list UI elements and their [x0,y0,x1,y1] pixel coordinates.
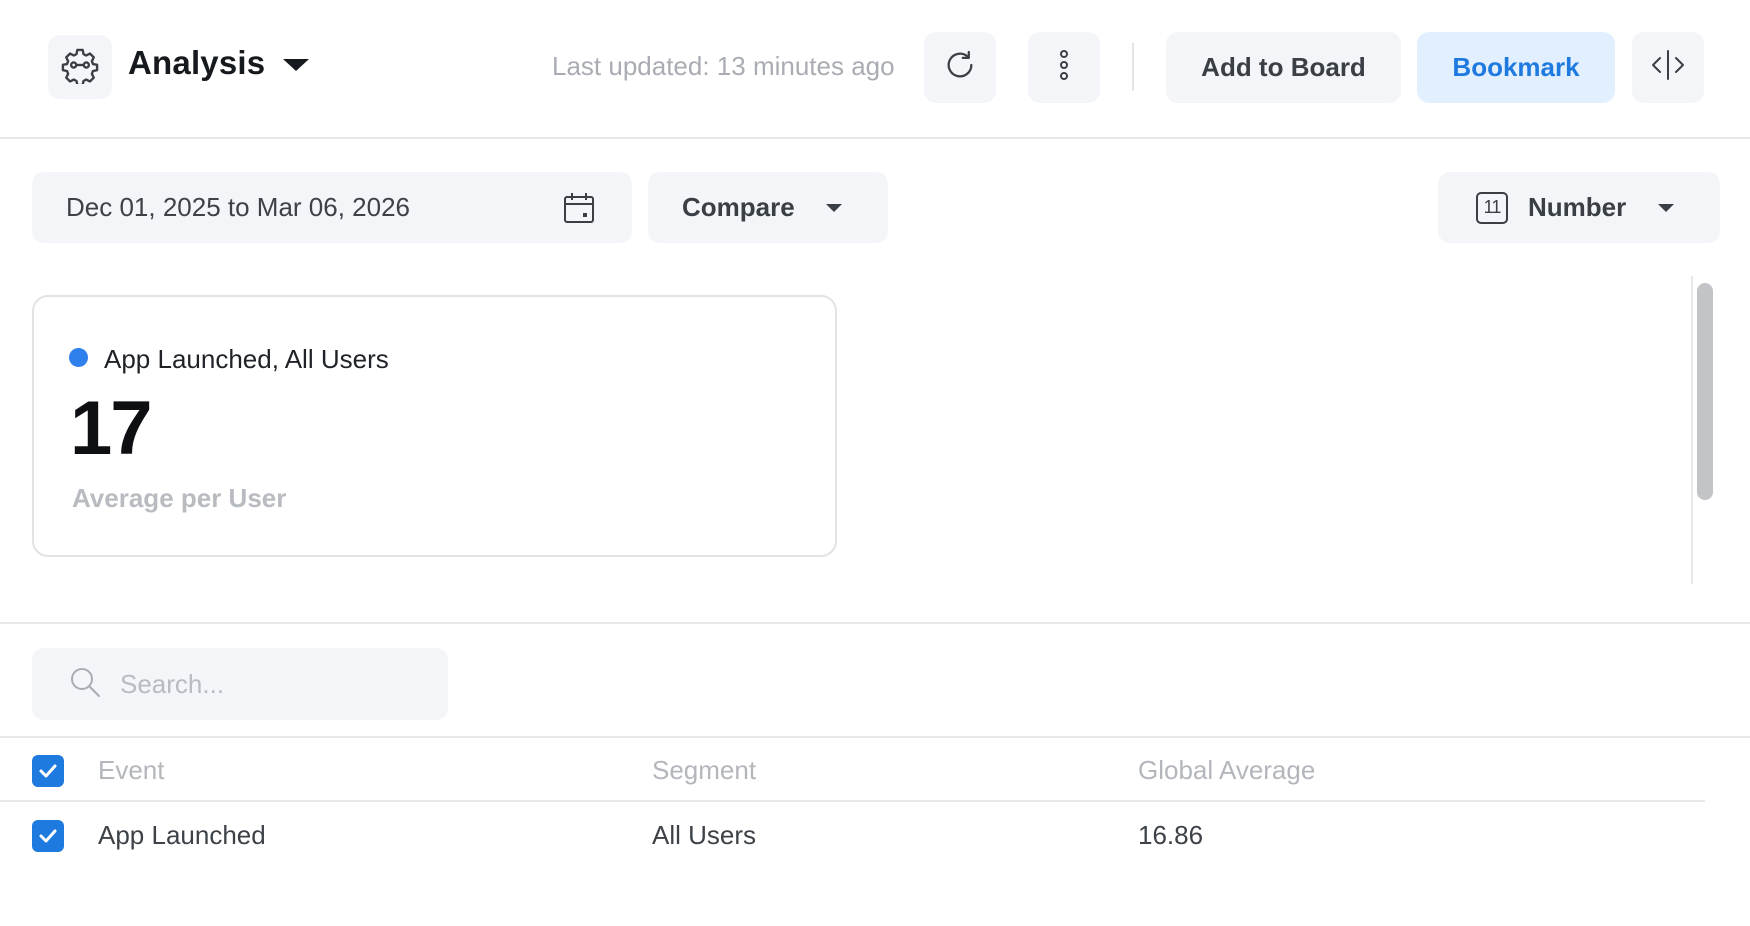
split-view-button[interactable] [1632,32,1704,103]
more-options-button[interactable] [1028,32,1100,103]
cell-global-average: 16.86 [1138,820,1204,850]
metric-value: 17 [70,386,153,471]
add-to-board-button[interactable]: Add to Board [1166,32,1401,103]
bookmark-button[interactable]: Bookmark [1417,32,1615,103]
checkmark-icon [39,829,57,843]
series-color-dot [69,348,88,367]
table-top-divider [0,736,1750,738]
scrollbar-track [1691,276,1693,584]
date-range-picker[interactable]: Dec 01, 2025 to Mar 06, 2026 [32,172,632,243]
settings-gear-icon [61,46,99,89]
visualization-label: Number [1528,192,1627,222]
calendar-icon [562,191,596,230]
split-view-icon [1648,48,1688,87]
metric-card: App Launched, All Users 17 Average per U… [32,295,837,557]
compare-label: Compare [682,192,795,222]
checkmark-icon [39,764,57,778]
column-header-event[interactable]: Event [98,755,165,786]
cell-event: App Launched [98,820,266,850]
analysis-title-dropdown[interactable]: Analysis [128,44,310,82]
chevron-down-icon [1658,204,1674,212]
analysis-settings-button[interactable] [48,35,112,99]
refresh-button[interactable] [924,32,996,103]
more-vertical-icon [1058,48,1070,87]
chevron-down-icon [826,204,842,212]
metric-subtitle: Average per User [72,483,287,513]
header-divider [1132,43,1134,91]
number-chart-icon: 11 [1476,191,1508,224]
series-label: App Launched, All Users [104,344,389,374]
refresh-icon [943,48,977,87]
search-icon [68,665,102,704]
visualization-type-dropdown[interactable]: 11 Number [1438,172,1720,243]
date-range-text: Dec 01, 2025 to Mar 06, 2026 [66,192,411,222]
section-divider [0,622,1750,624]
page-title: Analysis [128,44,266,81]
last-updated-text: Last updated: 13 minutes ago [552,51,895,81]
row-checkbox[interactable] [32,820,64,852]
compare-dropdown[interactable]: Compare [648,172,888,243]
caret-down-icon [283,59,310,71]
top-bar: Analysis Last updated: 13 minutes ago Ad… [0,0,1750,139]
table-header-divider [0,800,1705,802]
column-header-segment[interactable]: Segment [652,755,756,786]
search-input[interactable] [120,668,420,700]
scrollbar-thumb[interactable] [1697,283,1713,500]
column-header-global-average[interactable]: Global Average [1138,755,1315,786]
search-box[interactable] [32,648,448,720]
cell-segment: All Users [652,820,757,850]
select-all-checkbox[interactable] [32,755,64,787]
